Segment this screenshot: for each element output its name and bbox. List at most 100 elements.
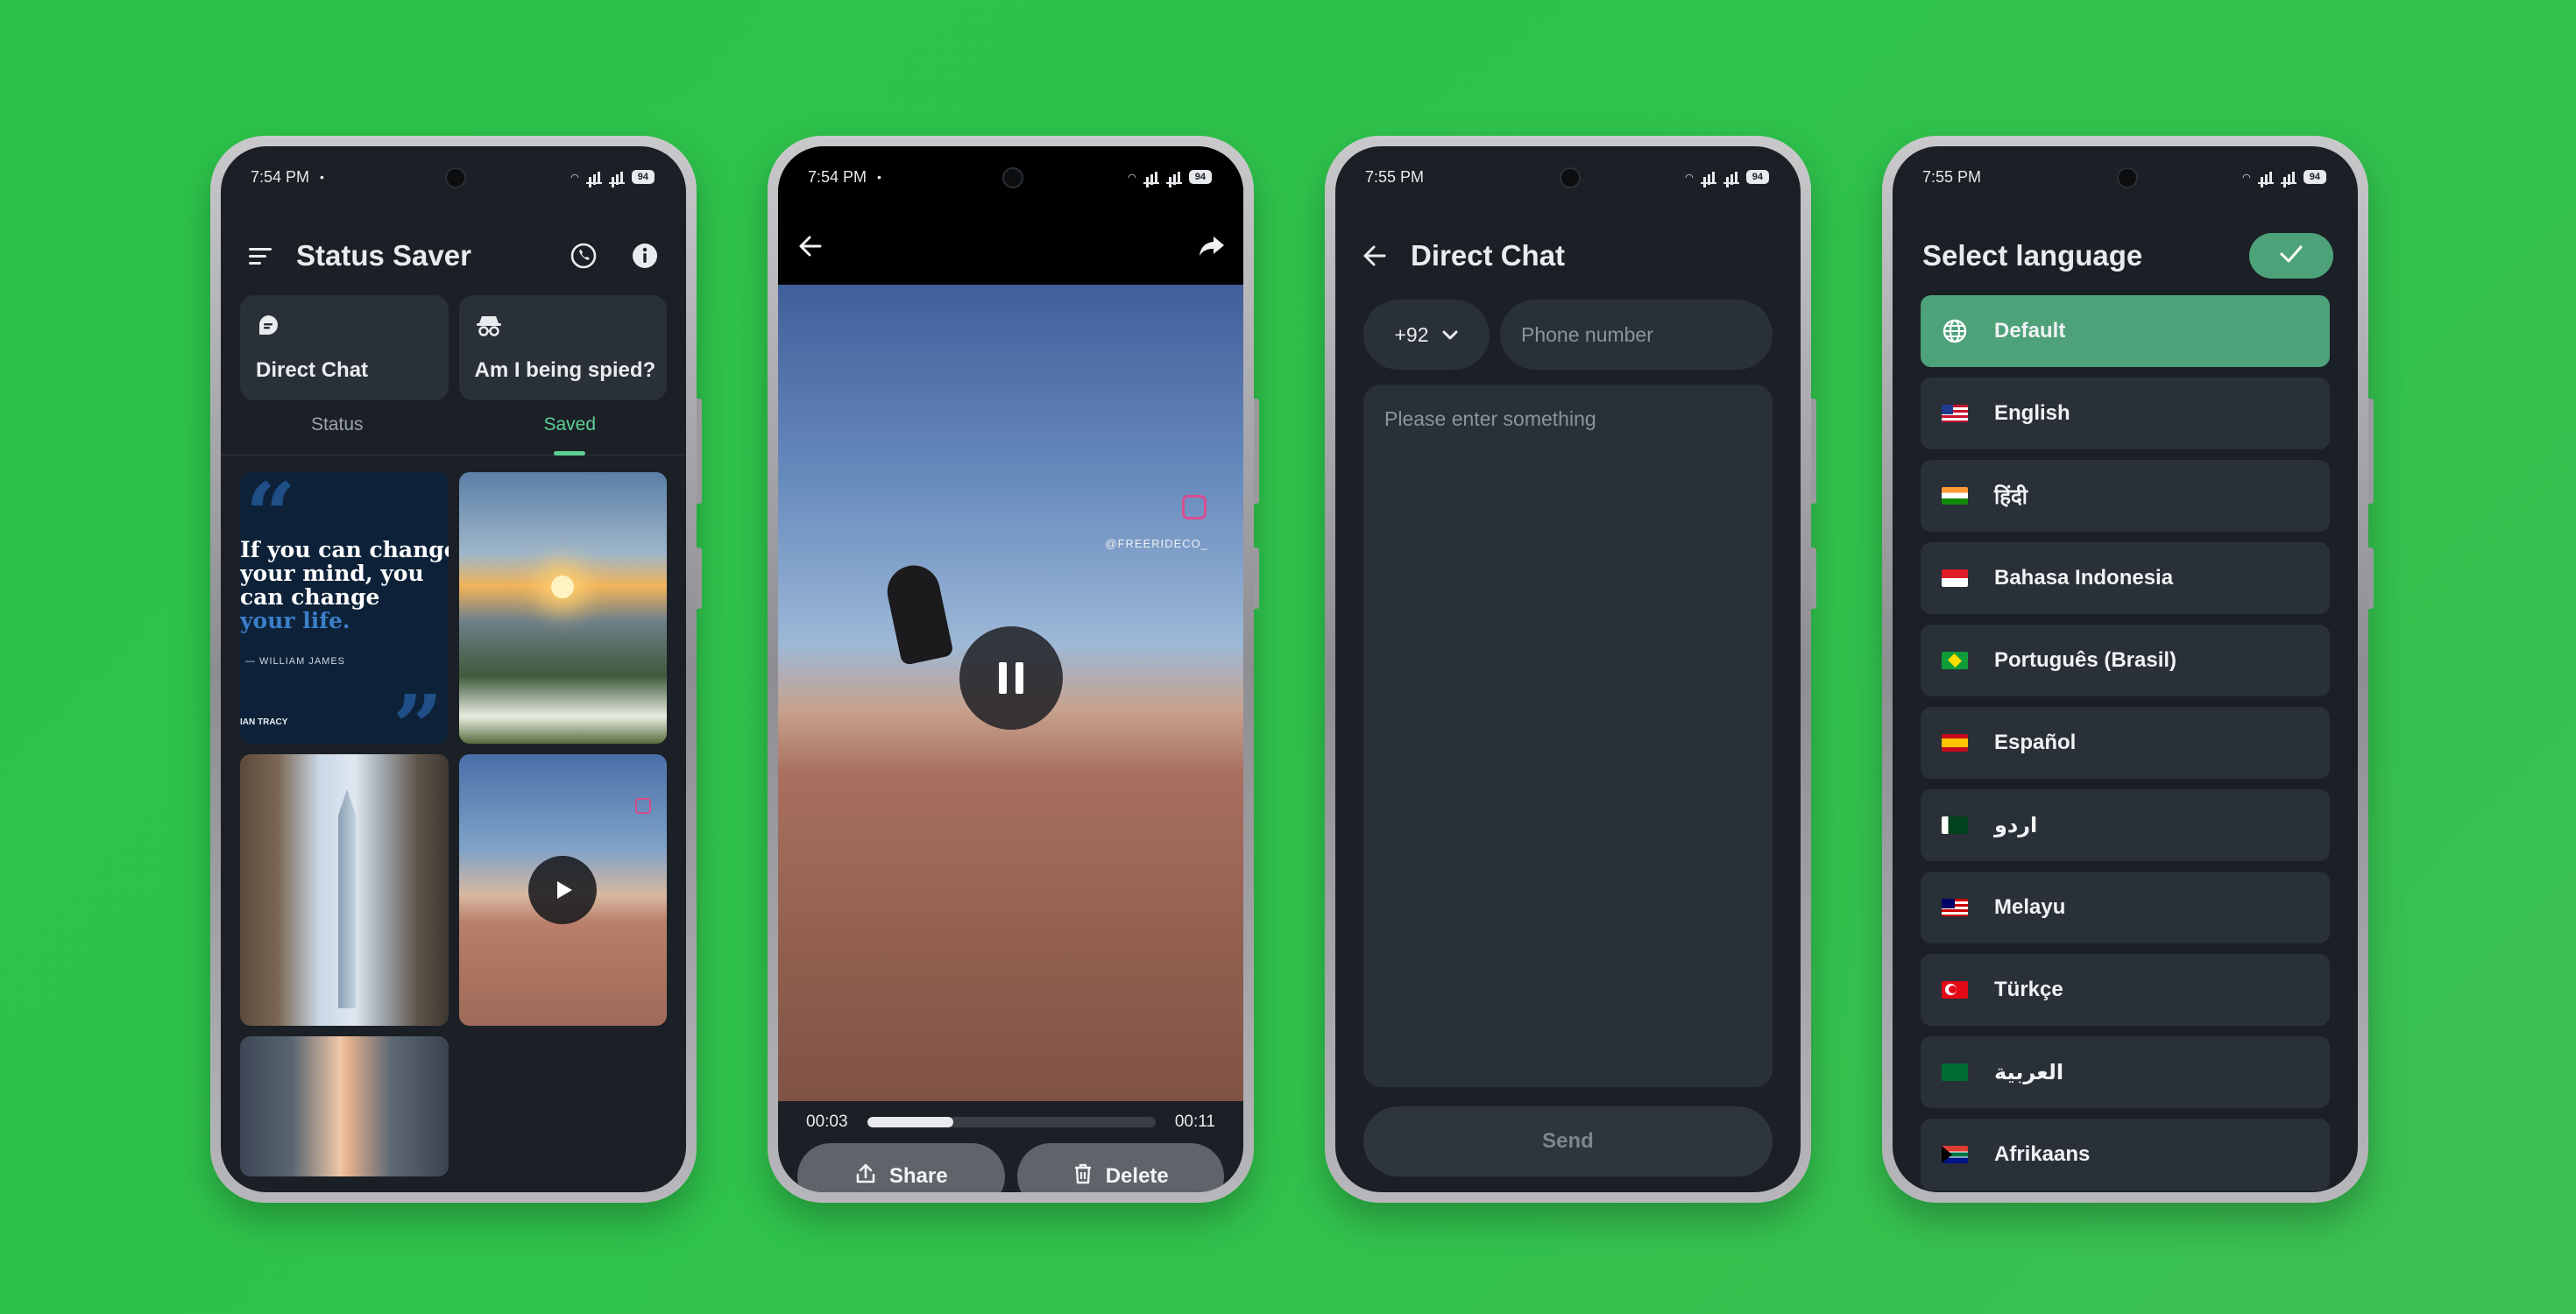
status-icons: ◠ 94 xyxy=(1685,170,1769,184)
seek-bar[interactable] xyxy=(867,1117,1156,1127)
wifi-icon: ◠ xyxy=(1685,172,1694,183)
status-time: 7:55 PM xyxy=(1922,167,1982,186)
share-button[interactable]: Share xyxy=(797,1143,1005,1192)
language-option-portuguese[interactable]: Português (Brasil) xyxy=(1921,625,2330,696)
player-actions: Share Delete xyxy=(797,1143,1224,1192)
status-icons: ◠ 94 xyxy=(1128,170,1212,184)
back-arrow-icon[interactable] xyxy=(1362,244,1388,268)
flag-br-icon xyxy=(1942,652,1968,669)
back-arrow-icon[interactable] xyxy=(797,234,824,258)
media-tile-video[interactable] xyxy=(458,754,667,1026)
quote-author: — WILLIAM JAMES xyxy=(245,656,346,667)
check-icon xyxy=(2278,244,2304,269)
flag-pk-icon xyxy=(1942,816,1968,834)
page-title: Direct Chat xyxy=(1411,239,1566,272)
status-time: 7:54 PM xyxy=(251,167,310,186)
sun-shape xyxy=(551,576,575,598)
country-code-select[interactable]: +92 xyxy=(1363,300,1490,370)
signal-icon xyxy=(2257,170,2274,184)
chevron-down-icon xyxy=(1441,323,1459,347)
language-option-arabic[interactable]: العربية xyxy=(1921,1036,2330,1108)
language-header: Select language xyxy=(1922,230,2333,282)
language-option-turkish[interactable]: Türkçe xyxy=(1921,954,2330,1026)
page-title: Select language xyxy=(1922,239,2143,272)
saved-media-grid: “ If you can change your mind, you can c… xyxy=(240,472,667,1176)
language-option-afrikaans[interactable]: Afrikaans xyxy=(1921,1119,2330,1190)
current-time: 00:03 xyxy=(806,1113,848,1131)
quote-text: If you can change your mind, you can cha… xyxy=(240,537,449,633)
phone-home: 7:54 PM • ◠ 94 Status Saver Direct Chat … xyxy=(210,136,702,1203)
status-time: 7:55 PM xyxy=(1365,167,1425,186)
player-toolbar xyxy=(778,208,1243,285)
trash-icon xyxy=(1072,1162,1093,1191)
spy-check-card[interactable]: Am I being spied? xyxy=(458,295,667,400)
flag-es-icon xyxy=(1942,734,1968,752)
battery-icon: 94 xyxy=(631,170,655,184)
message-textarea[interactable]: Please enter something xyxy=(1363,385,1773,1087)
playback-bar: 00:03 00:11 xyxy=(778,1101,1243,1143)
play-icon[interactable] xyxy=(528,856,598,924)
share-icon xyxy=(854,1162,877,1191)
video-watermark: @FREERIDECO_ xyxy=(1105,537,1208,550)
forward-share-icon[interactable] xyxy=(1198,234,1226,258)
direct-chat-card[interactable]: Direct Chat xyxy=(240,295,449,400)
phone-number-input[interactable]: Phone number xyxy=(1500,300,1773,370)
direct-chat-screen: 7:55 PM ◠ 94 Direct Chat +92 Phone numbe… xyxy=(1335,146,1801,1192)
menu-icon[interactable] xyxy=(247,245,273,266)
status-time: 7:54 PM xyxy=(808,167,867,186)
flag-za-icon xyxy=(1942,1146,1968,1163)
direct-chat-label: Direct Chat xyxy=(256,358,369,382)
flag-in-icon xyxy=(1942,487,1968,505)
app-header: Status Saver xyxy=(247,230,660,282)
signal-icon xyxy=(1143,170,1159,184)
duration: 00:11 xyxy=(1174,1113,1215,1131)
camera-cutout xyxy=(2116,167,2138,188)
phone-player: 7:54 PM • ◠ 94 @FREERIDECO_ 00:03 00:11 … xyxy=(768,136,1259,1203)
globe-icon xyxy=(1942,318,1968,344)
confirm-button[interactable] xyxy=(2249,233,2333,279)
camera-cutout xyxy=(444,167,466,188)
language-option-indonesian[interactable]: Bahasa Indonesia xyxy=(1921,542,2330,614)
video-frame[interactable]: @FREERIDECO_ xyxy=(778,285,1243,1101)
signal-icon-2 xyxy=(608,170,625,184)
camera-cutout xyxy=(1559,167,1581,188)
tab-status[interactable]: Status xyxy=(221,409,454,455)
language-option-english[interactable]: English xyxy=(1921,378,2330,449)
seek-bar-fill xyxy=(867,1117,954,1127)
spy-check-label: Am I being spied? xyxy=(474,358,656,382)
flag-my-icon xyxy=(1942,899,1968,916)
send-button[interactable]: Send xyxy=(1363,1106,1773,1176)
language-option-hindi[interactable]: हिंदी xyxy=(1921,460,2330,532)
media-tile-mountain[interactable] xyxy=(458,472,667,744)
media-tile-city[interactable] xyxy=(240,754,449,1026)
flag-us-icon xyxy=(1942,405,1968,422)
flag-tr-icon xyxy=(1942,981,1968,999)
whatsapp-icon[interactable] xyxy=(569,241,598,271)
battery-icon: 94 xyxy=(1188,170,1212,184)
delete-button[interactable]: Delete xyxy=(1016,1143,1224,1192)
language-option-spanish[interactable]: Español xyxy=(1921,707,2330,779)
battery-icon: 94 xyxy=(1745,170,1769,184)
instagram-icon xyxy=(635,798,651,814)
language-option-malay[interactable]: Melayu xyxy=(1921,872,2330,943)
flag-sa-icon xyxy=(1942,1063,1968,1081)
home-screen: 7:54 PM • ◠ 94 Status Saver Direct Chat … xyxy=(221,146,686,1192)
tab-saved[interactable]: Saved xyxy=(454,409,687,456)
tower-shape xyxy=(338,789,356,1008)
wifi-icon: ◠ xyxy=(1128,172,1136,183)
player-screen: 7:54 PM • ◠ 94 @FREERIDECO_ 00:03 00:11 … xyxy=(778,146,1243,1192)
pause-button[interactable] xyxy=(959,626,1063,730)
status-icons: ◠ 94 xyxy=(570,170,655,184)
language-option-urdu[interactable]: اردو xyxy=(1921,789,2330,861)
signal-icon xyxy=(585,170,602,184)
language-option-default[interactable]: Default xyxy=(1921,295,2330,367)
wifi-icon: ◠ xyxy=(2242,172,2251,183)
media-tile-quote[interactable]: “ If you can change your mind, you can c… xyxy=(240,472,449,744)
instagram-icon xyxy=(1182,495,1207,519)
status-icons: ◠ 94 xyxy=(2242,170,2326,184)
info-icon[interactable] xyxy=(630,241,660,271)
phone-language: 7:55 PM ◠ 94 Select language Default Eng… xyxy=(1882,136,2374,1203)
phone-direct-chat: 7:55 PM ◠ 94 Direct Chat +92 Phone numbe… xyxy=(1325,136,1816,1203)
signal-icon-2 xyxy=(2280,170,2296,184)
media-tile-street[interactable] xyxy=(240,1036,449,1176)
